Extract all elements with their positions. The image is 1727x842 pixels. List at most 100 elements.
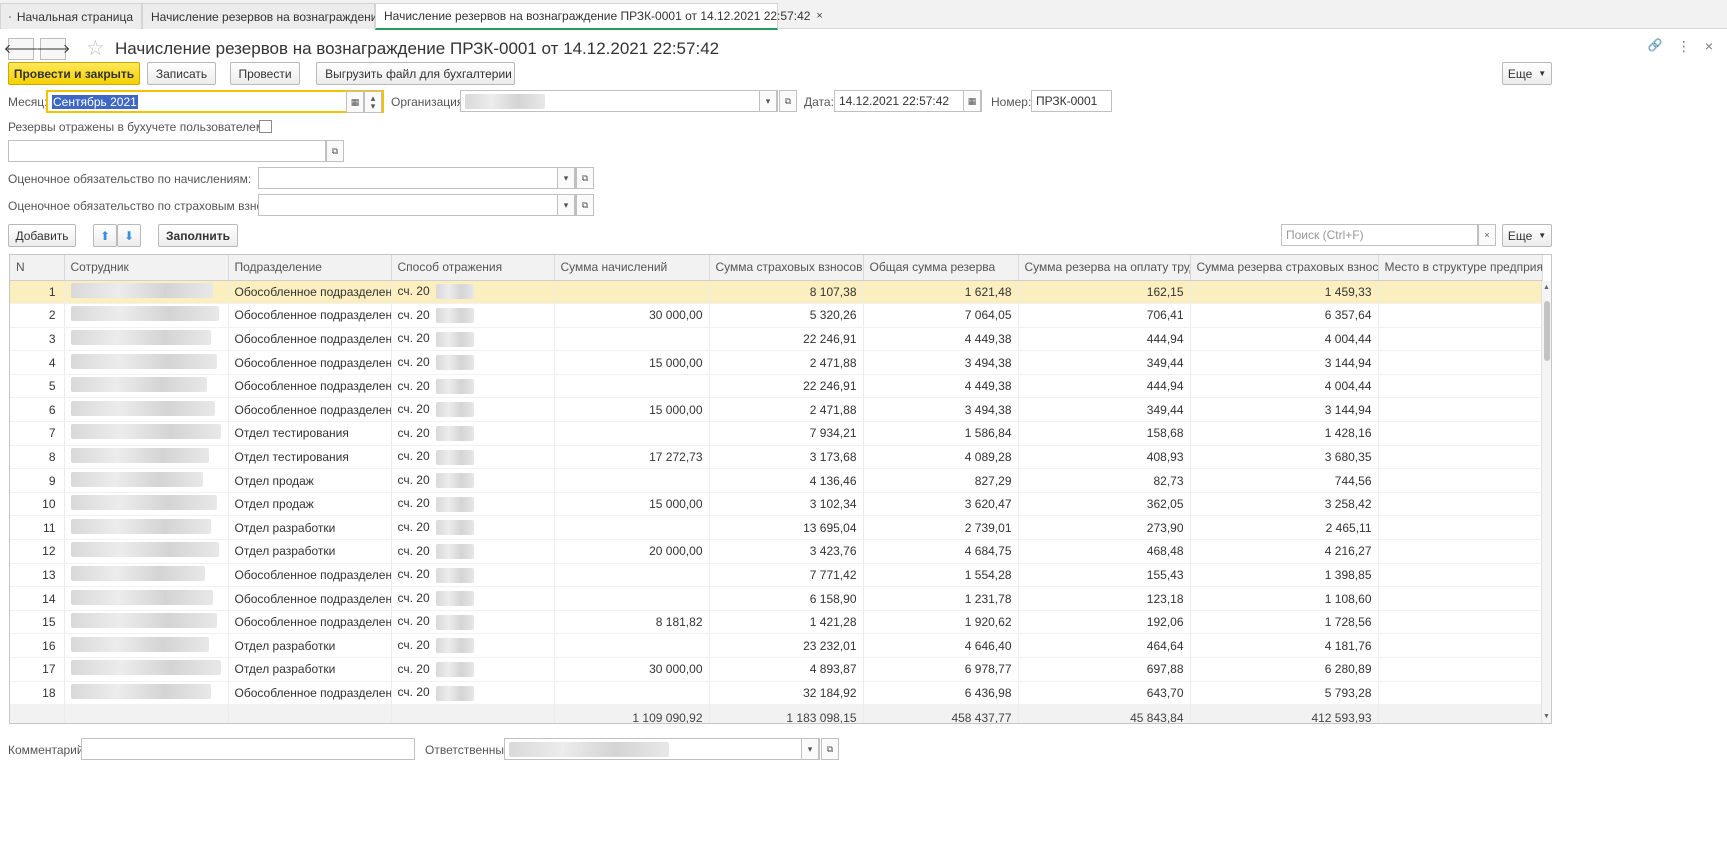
insurance-reserve-cell[interactable]: 1 728,56 [1190, 610, 1379, 635]
table-row[interactable]: 1 Обособленное подразделен... сч. 20 8 107,… [10, 280, 1543, 305]
calendar-icon[interactable]: ▦ [346, 91, 364, 113]
insurance-sum-cell[interactable]: 4 893,87 [709, 657, 864, 682]
employee-cell[interactable] [64, 633, 229, 658]
column-header[interactable]: Сумма резерва на оплату труда [1018, 255, 1191, 281]
insurance-sum-cell[interactable]: 13 695,04 [709, 515, 864, 541]
structure-place-cell[interactable] [1378, 515, 1543, 541]
accruals-sum-cell[interactable] [554, 586, 710, 611]
save-button[interactable]: Записать [147, 62, 216, 85]
insurance-reserve-cell[interactable]: 4 004,44 [1190, 327, 1379, 352]
total-reserve-cell[interactable]: 6 436,98 [863, 681, 1019, 706]
table-more-button[interactable]: Еще ▼ [1502, 224, 1552, 247]
reflection-method-cell[interactable]: сч. 20 [391, 563, 555, 588]
date-field[interactable]: 14.12.2021 22:57:42 ▦ [834, 90, 982, 112]
reflection-method-cell[interactable]: сч. 20 [391, 397, 555, 423]
dropdown-icon[interactable]: ▾ [557, 194, 575, 216]
close-icon[interactable]: × [1705, 38, 1713, 55]
insurance-sum-cell[interactable]: 4 136,46 [709, 468, 864, 493]
open-icon[interactable]: ⧉ [326, 140, 344, 162]
insurance-reserve-cell[interactable]: 1 459,33 [1190, 280, 1379, 305]
total-reserve-cell[interactable]: 1 621,48 [863, 280, 1019, 305]
payroll-reserve-cell[interactable]: 468,48 [1018, 539, 1191, 564]
employee-cell[interactable] [64, 539, 229, 564]
total-reserve-cell[interactable]: 7 064,05 [863, 303, 1019, 328]
table-row[interactable]: 14 Обособленное подразделен... сч. 20 6 158… [10, 586, 1543, 611]
employee-cell[interactable] [64, 492, 229, 517]
accruals-sum-cell[interactable] [554, 374, 710, 399]
employee-cell[interactable] [64, 397, 229, 423]
column-header[interactable]: Подразделение [228, 255, 392, 281]
row-number-cell[interactable]: 15 [10, 610, 65, 635]
back-button[interactable]: 🡐 [4, 38, 38, 60]
department-cell[interactable]: Обособленное подразделен... [228, 280, 392, 305]
row-number-cell[interactable]: 2 [10, 303, 65, 328]
reflection-method-cell[interactable]: сч. 20 [391, 374, 555, 399]
vertical-scrollbar[interactable]: ▲ ▼ [1541, 281, 1551, 723]
department-cell[interactable]: Обособленное подразделен... [228, 586, 392, 611]
accruals-sum-cell[interactable] [554, 563, 710, 588]
structure-place-cell[interactable] [1378, 633, 1543, 658]
reflection-method-cell[interactable]: сч. 20 [391, 468, 555, 493]
accruals-sum-cell[interactable]: 15 000,00 [554, 492, 710, 517]
row-number-cell[interactable]: 3 [10, 327, 65, 352]
payroll-reserve-cell[interactable]: 643,70 [1018, 681, 1191, 706]
insurance-reserve-cell[interactable]: 6 280,89 [1190, 657, 1379, 682]
accruals-sum-cell[interactable]: 8 181,82 [554, 610, 710, 635]
department-cell[interactable]: Отдел разработки [228, 657, 392, 682]
total-reserve-cell[interactable]: 6 978,77 [863, 657, 1019, 682]
accruals-sum-cell[interactable]: 17 272,73 [554, 445, 710, 470]
table-row[interactable]: 18 Обособленное подразделен... сч. 20 32 18… [10, 681, 1543, 706]
insurance-sum-cell[interactable]: 8 107,38 [709, 280, 864, 305]
table-row[interactable]: 3 Обособленное подразделен... сч. 20 22 246… [10, 327, 1543, 352]
more-button[interactable]: Еще ▼ [1502, 62, 1552, 85]
structure-place-cell[interactable] [1378, 445, 1543, 470]
payroll-reserve-cell[interactable]: 706,41 [1018, 303, 1191, 328]
fill-button[interactable]: Заполнить [158, 224, 238, 247]
insurance-reserve-cell[interactable]: 2 465,11 [1190, 515, 1379, 541]
open-icon[interactable]: ⧉ [576, 194, 594, 216]
accruals-sum-cell[interactable] [554, 468, 710, 493]
row-number-cell[interactable]: 9 [10, 468, 65, 493]
row-number-cell[interactable]: 12 [10, 539, 65, 564]
column-header[interactable]: Общая сумма резерва [863, 255, 1019, 281]
comment-field[interactable] [81, 738, 415, 760]
department-cell[interactable]: Отдел разработки [228, 539, 392, 564]
insurance-sum-cell[interactable]: 1 421,28 [709, 610, 864, 635]
column-header[interactable]: N [10, 255, 65, 281]
payroll-reserve-cell[interactable]: 162,15 [1018, 280, 1191, 305]
employee-cell[interactable] [64, 280, 229, 305]
accruals-sum-cell[interactable] [554, 681, 710, 706]
department-cell[interactable]: Обособленное подразделен... [228, 327, 392, 352]
table-row[interactable]: 12 Отдел разработки сч. 20 20 000,00 3 423,7… [10, 539, 1543, 564]
structure-place-cell[interactable] [1378, 280, 1543, 305]
department-cell[interactable]: Отдел разработки [228, 515, 392, 541]
total-reserve-cell[interactable]: 827,29 [863, 468, 1019, 493]
payroll-reserve-cell[interactable]: 273,90 [1018, 515, 1191, 541]
row-number-cell[interactable]: 16 [10, 633, 65, 658]
structure-place-cell[interactable] [1378, 563, 1543, 588]
accruals-sum-cell[interactable]: 15 000,00 [554, 350, 710, 375]
table-row[interactable]: 10 Отдел продаж сч. 20 15 000,00 3 102,34 3 6… [10, 492, 1543, 517]
insurance-sum-cell[interactable]: 5 320,26 [709, 303, 864, 328]
table-row[interactable]: 11 Отдел разработки сч. 20 13 695,04 2 739,0… [10, 515, 1543, 541]
insurance-sum-cell[interactable]: 3 173,68 [709, 445, 864, 470]
employee-cell[interactable] [64, 350, 229, 375]
column-header[interactable]: Способ отражения [391, 255, 555, 281]
insurance-liability-field[interactable]: ▾ [258, 194, 576, 216]
accruals-sum-cell[interactable] [554, 515, 710, 541]
employee-cell[interactable] [64, 563, 229, 588]
table-row[interactable]: 17 Отдел разработки сч. 20 30 000,00 4 893,8… [10, 657, 1543, 682]
insurance-reserve-cell[interactable]: 3 258,42 [1190, 492, 1379, 517]
row-number-cell[interactable]: 5 [10, 374, 65, 399]
total-reserve-cell[interactable]: 3 494,38 [863, 397, 1019, 423]
accruals-sum-cell[interactable] [554, 280, 710, 305]
reflection-method-cell[interactable]: сч. 20 [391, 633, 555, 658]
row-number-cell[interactable]: 11 [10, 515, 65, 541]
row-number-cell[interactable]: 17 [10, 657, 65, 682]
row-number-cell[interactable]: 7 [10, 421, 65, 446]
calendar-icon[interactable]: ▦ [963, 90, 981, 112]
department-cell[interactable]: Обособленное подразделен... [228, 303, 392, 328]
insurance-reserve-cell[interactable]: 3 144,94 [1190, 397, 1379, 423]
table-row[interactable]: 2 Обособленное подразделен... сч. 20 30 000… [10, 303, 1543, 328]
insurance-reserve-cell[interactable]: 3 144,94 [1190, 350, 1379, 375]
